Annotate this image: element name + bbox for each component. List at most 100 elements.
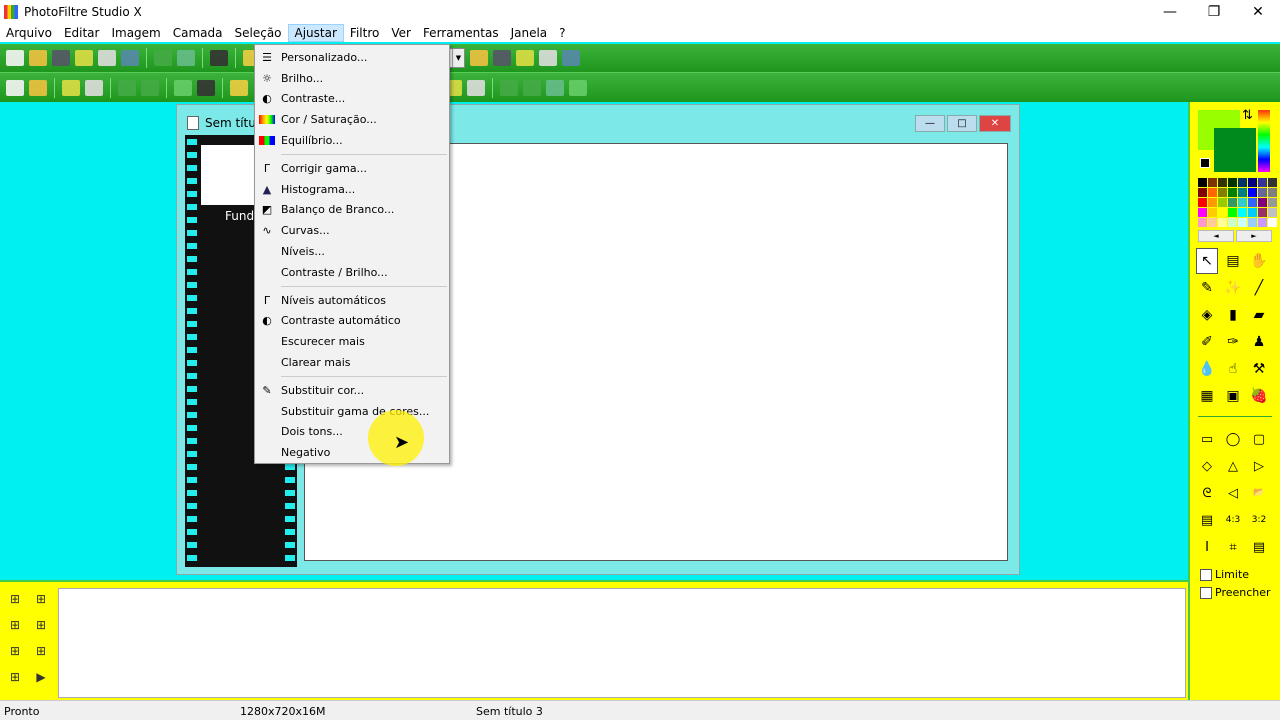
palette-swatch[interactable] bbox=[1198, 188, 1207, 197]
palette-swatch[interactable] bbox=[1238, 208, 1247, 217]
pointer-tool-icon[interactable]: ↖ bbox=[1196, 248, 1218, 274]
advanced-brush-tool-icon[interactable]: ✑ bbox=[1222, 329, 1244, 355]
palette-swatch[interactable] bbox=[1268, 208, 1277, 217]
magic-wand-tool-icon[interactable]: ✨ bbox=[1222, 275, 1244, 301]
layer-tree-icon[interactable]: ⊞ bbox=[6, 590, 24, 608]
scan-icon[interactable] bbox=[121, 50, 139, 66]
eyedropper-tool-icon[interactable]: ✎ bbox=[1196, 275, 1218, 301]
palette-swatch[interactable] bbox=[1228, 188, 1237, 197]
menu-item-contraste-brilho[interactable]: Contraste / Brilho... bbox=[255, 262, 449, 283]
palette-next-button[interactable]: ► bbox=[1236, 230, 1272, 242]
checkbox-box[interactable] bbox=[1200, 586, 1212, 599]
swap-colors-icon[interactable]: ⇅ bbox=[1242, 108, 1253, 123]
save-icon[interactable] bbox=[52, 50, 70, 66]
menu-item-contraste[interactable]: ◐ Contraste... bbox=[255, 89, 449, 110]
flip-h-icon[interactable] bbox=[500, 79, 518, 96]
palette-swatch[interactable] bbox=[1258, 218, 1267, 227]
smudge-tool-icon[interactable]: ☝ bbox=[1222, 356, 1244, 382]
palette-swatch[interactable] bbox=[1258, 208, 1267, 217]
menu-item-corrigir-gama[interactable]: Γ Corrigir gama... bbox=[255, 158, 449, 179]
palette-swatch[interactable] bbox=[1198, 178, 1207, 187]
fill-bucket-tool-icon[interactable]: ◈ bbox=[1196, 302, 1218, 328]
palette-swatch[interactable] bbox=[1208, 178, 1217, 187]
strawberry-tool-icon[interactable]: 🍓 bbox=[1248, 383, 1270, 409]
image-size-icon[interactable] bbox=[210, 50, 228, 66]
rotate-left-icon[interactable] bbox=[546, 79, 564, 96]
menu-editar[interactable]: Editar bbox=[58, 24, 106, 42]
rounded-rectangle-shape-icon[interactable]: ▢ bbox=[1248, 426, 1270, 452]
palette-swatch[interactable] bbox=[1228, 218, 1237, 227]
palette-swatch[interactable] bbox=[1238, 218, 1247, 227]
maximize-button[interactable]: ❐ bbox=[1192, 0, 1236, 24]
palette-swatch[interactable] bbox=[1228, 178, 1237, 187]
stamp-tool-icon[interactable]: ♟ bbox=[1248, 329, 1270, 355]
palette-swatch[interactable] bbox=[1198, 208, 1207, 217]
palette-swatch[interactable] bbox=[1248, 198, 1257, 207]
menu-item-niveis[interactable]: Níveis... bbox=[255, 241, 449, 262]
checkbox-box[interactable] bbox=[1200, 568, 1212, 581]
open-folder-icon[interactable] bbox=[29, 50, 47, 66]
preencher-checkbox[interactable]: Preencher bbox=[1200, 586, 1271, 599]
spray-tool-icon[interactable]: ▮ bbox=[1222, 302, 1244, 328]
image-stamp-tool-icon[interactable]: ▣ bbox=[1222, 383, 1244, 409]
frame-window-shape-icon[interactable]: ▤ bbox=[1248, 534, 1270, 560]
triangle-shape-icon[interactable]: △ bbox=[1222, 453, 1244, 479]
palette-swatch[interactable] bbox=[1218, 188, 1227, 197]
palette-swatch[interactable] bbox=[1228, 198, 1237, 207]
layer-tree-link-icon[interactable]: ⊞ bbox=[6, 642, 24, 660]
flip-v-icon[interactable] bbox=[523, 79, 541, 96]
brightness-minus-icon[interactable] bbox=[6, 79, 24, 96]
palette-swatch[interactable] bbox=[1268, 178, 1277, 187]
palette-swatch[interactable] bbox=[1228, 208, 1237, 217]
palette-swatch[interactable] bbox=[1248, 218, 1257, 227]
menu-seleo[interactable]: Seleção bbox=[229, 24, 288, 42]
palette-swatch[interactable] bbox=[1248, 188, 1257, 197]
menu-janela[interactable]: Janela bbox=[505, 24, 554, 42]
gamma-plus-icon[interactable] bbox=[141, 79, 159, 96]
blur-drop-tool-icon[interactable]: 💧 bbox=[1196, 356, 1218, 382]
doc-minimize-button[interactable]: — bbox=[915, 115, 945, 132]
rectangle-shape-icon[interactable]: ▭ bbox=[1196, 426, 1218, 452]
chevron-down-icon[interactable]: ▼ bbox=[452, 49, 464, 67]
triangle-right-shape-icon[interactable]: ▷ bbox=[1248, 453, 1270, 479]
crop-frame-shape-icon[interactable]: ⌗ bbox=[1222, 534, 1244, 560]
palette-swatch[interactable] bbox=[1208, 208, 1217, 217]
ellipse-shape-icon[interactable]: ◯ bbox=[1222, 426, 1244, 452]
open-shape-shape-icon[interactable]: 📂 bbox=[1248, 480, 1270, 506]
doc-maximize-button[interactable]: □ bbox=[947, 115, 977, 132]
layer-tree-copy-icon[interactable]: ⊞ bbox=[32, 642, 50, 660]
palette-swatch[interactable] bbox=[1198, 218, 1207, 227]
menu-ver[interactable]: Ver bbox=[385, 24, 417, 42]
color-minus-icon[interactable] bbox=[174, 79, 192, 96]
palette-swatch[interactable] bbox=[1258, 188, 1267, 197]
palette-swatch[interactable] bbox=[1218, 198, 1227, 207]
pattern-tool-icon[interactable]: ▦ bbox=[1196, 383, 1218, 409]
save-as-icon[interactable] bbox=[75, 50, 93, 66]
palette-swatch[interactable] bbox=[1238, 188, 1247, 197]
gamma-minus-icon[interactable] bbox=[118, 79, 136, 96]
grid-icon[interactable] bbox=[230, 79, 248, 96]
lasso-shape-icon[interactable]: ᘓ bbox=[1196, 480, 1218, 506]
palette-swatch[interactable] bbox=[1218, 178, 1227, 187]
menu-item-balanco-de-branco[interactable]: ◩ Balanço de Branco... bbox=[255, 200, 449, 221]
color-spectrum[interactable] bbox=[1258, 110, 1270, 172]
background-color[interactable] bbox=[1214, 128, 1256, 172]
menu-ajustar[interactable]: Ajustar bbox=[287, 24, 344, 42]
close-button[interactable]: ✕ bbox=[1236, 0, 1280, 24]
menu-arquivo[interactable]: Arquivo bbox=[0, 24, 58, 42]
menu-item-escurecer-mais[interactable]: Escurecer mais bbox=[255, 331, 449, 352]
new-file-icon[interactable] bbox=[6, 50, 24, 66]
fit-icon[interactable] bbox=[516, 50, 534, 66]
text-frame-shape-icon[interactable]: Ⅰ bbox=[1196, 534, 1218, 560]
minimize-button[interactable]: — bbox=[1148, 0, 1192, 24]
zoom-out-icon[interactable] bbox=[493, 50, 511, 66]
menu-item-curvas[interactable]: ∿ Curvas... bbox=[255, 220, 449, 241]
palette-swatch[interactable] bbox=[1268, 218, 1277, 227]
contrast-minus-icon[interactable] bbox=[62, 79, 80, 96]
ratio-3-2-shape-icon[interactable]: 3:2 bbox=[1248, 507, 1270, 533]
play-icon[interactable]: ▶ bbox=[32, 668, 50, 686]
brush-tool-icon[interactable]: ✐ bbox=[1196, 329, 1218, 355]
palette-swatch[interactable] bbox=[1208, 218, 1217, 227]
menu-item-personalizado[interactable]: ☰ Personalizado... bbox=[255, 47, 449, 68]
palette-swatch[interactable] bbox=[1238, 178, 1247, 187]
